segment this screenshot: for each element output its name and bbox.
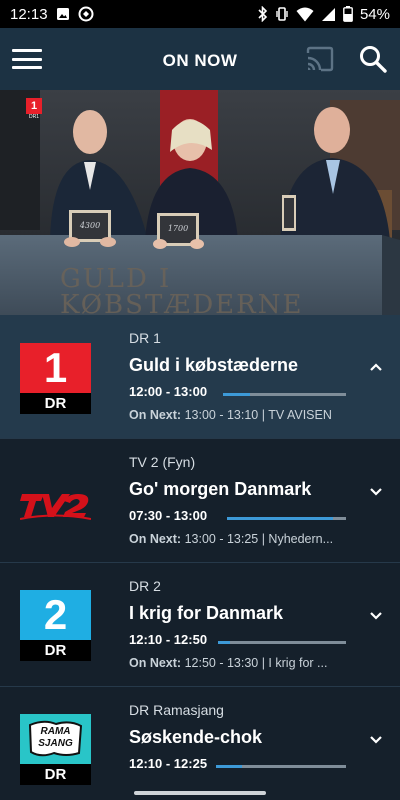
- on-next-label: On Next:: [129, 532, 182, 546]
- tv2-logo-art: [19, 494, 92, 520]
- on-next: On Next: 12:50 - 13:30 | I krig for ...: [129, 656, 349, 670]
- on-next: On Next: 13:00 - 13:25 | Nyhedern...: [129, 532, 349, 546]
- chevron-down-icon[interactable]: [368, 485, 384, 497]
- progress-fill: [223, 393, 251, 396]
- chevron-up-icon[interactable]: [368, 361, 384, 373]
- app-bar: ON NOW: [0, 28, 400, 90]
- progress-bar: [227, 517, 346, 520]
- program-title: Go' morgen Danmark: [129, 479, 312, 499]
- dr2-logo-text: DR: [44, 642, 67, 659]
- on-next-text: 12:50 - 13:30 | I krig for ...: [181, 656, 328, 670]
- dr1-logo: 1 DR: [20, 343, 91, 414]
- set-sign-text: GULD I KØBSTÆDERNE: [60, 264, 304, 315]
- channel-name: DR Ramasjang: [129, 702, 224, 718]
- battery-percent: 54%: [359, 5, 390, 23]
- cast-icon: [306, 46, 334, 72]
- on-next-text: 13:00 - 13:25 | Nyhedern...: [181, 532, 334, 546]
- channel-row-dr-ramasjang[interactable]: RAMA SJANG DR DR Ramasjang Søskende-chok…: [0, 687, 400, 800]
- channel-badge: 1: [30, 100, 38, 112]
- program-time: 12:10 - 12:25: [129, 756, 208, 771]
- image-notification-icon: [56, 7, 70, 21]
- channel-row-tv2[interactable]: TV 2 (Fyn) Go' morgen Danmark 07:30 - 13…: [0, 439, 400, 563]
- progress-bar: [216, 765, 346, 768]
- program-title: Guld i købstæderne: [129, 355, 299, 375]
- program-title: I krig for Danmark: [129, 603, 284, 623]
- channel-list: 1 DR DR 1 Guld i købstæderne 12:00 - 13:…: [0, 315, 400, 800]
- on-next-label: On Next:: [129, 408, 182, 422]
- slate-text-left: 4300: [79, 221, 101, 230]
- on-next-label: On Next:: [129, 656, 182, 670]
- dr1-logo-digit: 1: [43, 344, 68, 391]
- battery-icon: [343, 6, 353, 22]
- dr2-logo-digit: 2: [43, 591, 68, 638]
- channel-row-dr1[interactable]: 1 DR DR 1 Guld i købstæderne 12:00 - 13:…: [0, 315, 400, 439]
- status-time: 12:13: [10, 5, 48, 23]
- on-next-text: 13:00 - 13:10 | TV AVISEN: [181, 408, 332, 422]
- status-bar: 12:13 54%: [0, 0, 400, 28]
- channel-name: DR 1: [129, 330, 161, 346]
- gesture-nav-handle[interactable]: [134, 791, 266, 795]
- chevron-down-icon[interactable]: [368, 733, 384, 745]
- dr1-logo-text: DR: [44, 395, 67, 412]
- progress-bar: [223, 393, 346, 396]
- ramasjang-logo: RAMA SJANG DR: [20, 714, 91, 785]
- video-player[interactable]: 1 DR1 4300 1700 GULD I KØBSTÆDERNE: [0, 90, 400, 315]
- program-title: Søskende-chok: [129, 727, 263, 747]
- progress-fill: [227, 517, 333, 520]
- channel-name: DR 2: [129, 578, 161, 594]
- channel-name: TV 2 (Fyn): [129, 454, 196, 470]
- on-next: On Next: 13:00 - 13:10 | TV AVISEN: [129, 408, 349, 422]
- dr2-logo: 2 DR: [20, 590, 91, 661]
- slate-text-right: 1700: [167, 224, 189, 233]
- cast-button[interactable]: [305, 46, 335, 72]
- channel-row-dr2[interactable]: 2 DR DR 2 I krig for Danmark 12:10 - 12:…: [0, 563, 400, 687]
- progress-fill: [218, 641, 230, 644]
- progress-bar: [218, 641, 346, 644]
- program-time: 12:00 - 13:00: [129, 384, 208, 399]
- wifi-icon: [296, 7, 314, 22]
- progress-fill: [216, 765, 242, 768]
- bluetooth-icon: [258, 6, 268, 22]
- page-title: ON NOW: [162, 51, 238, 70]
- channel-badge-sub: DR1: [28, 114, 39, 120]
- tv2-logo: [19, 467, 92, 538]
- program-time: 07:30 - 13:00: [129, 508, 208, 523]
- sync-notification-icon: [78, 6, 94, 22]
- program-time: 12:10 - 12:50: [129, 632, 208, 647]
- vibrate-icon: [275, 6, 289, 22]
- signal-icon: [321, 7, 336, 22]
- ramasjang-logo-text: DR: [44, 766, 67, 783]
- chevron-down-icon[interactable]: [368, 609, 384, 621]
- search-button[interactable]: [358, 44, 388, 74]
- ramasjang-logo-art-text: RAMA SJANG: [38, 726, 73, 749]
- search-icon: [360, 46, 387, 73]
